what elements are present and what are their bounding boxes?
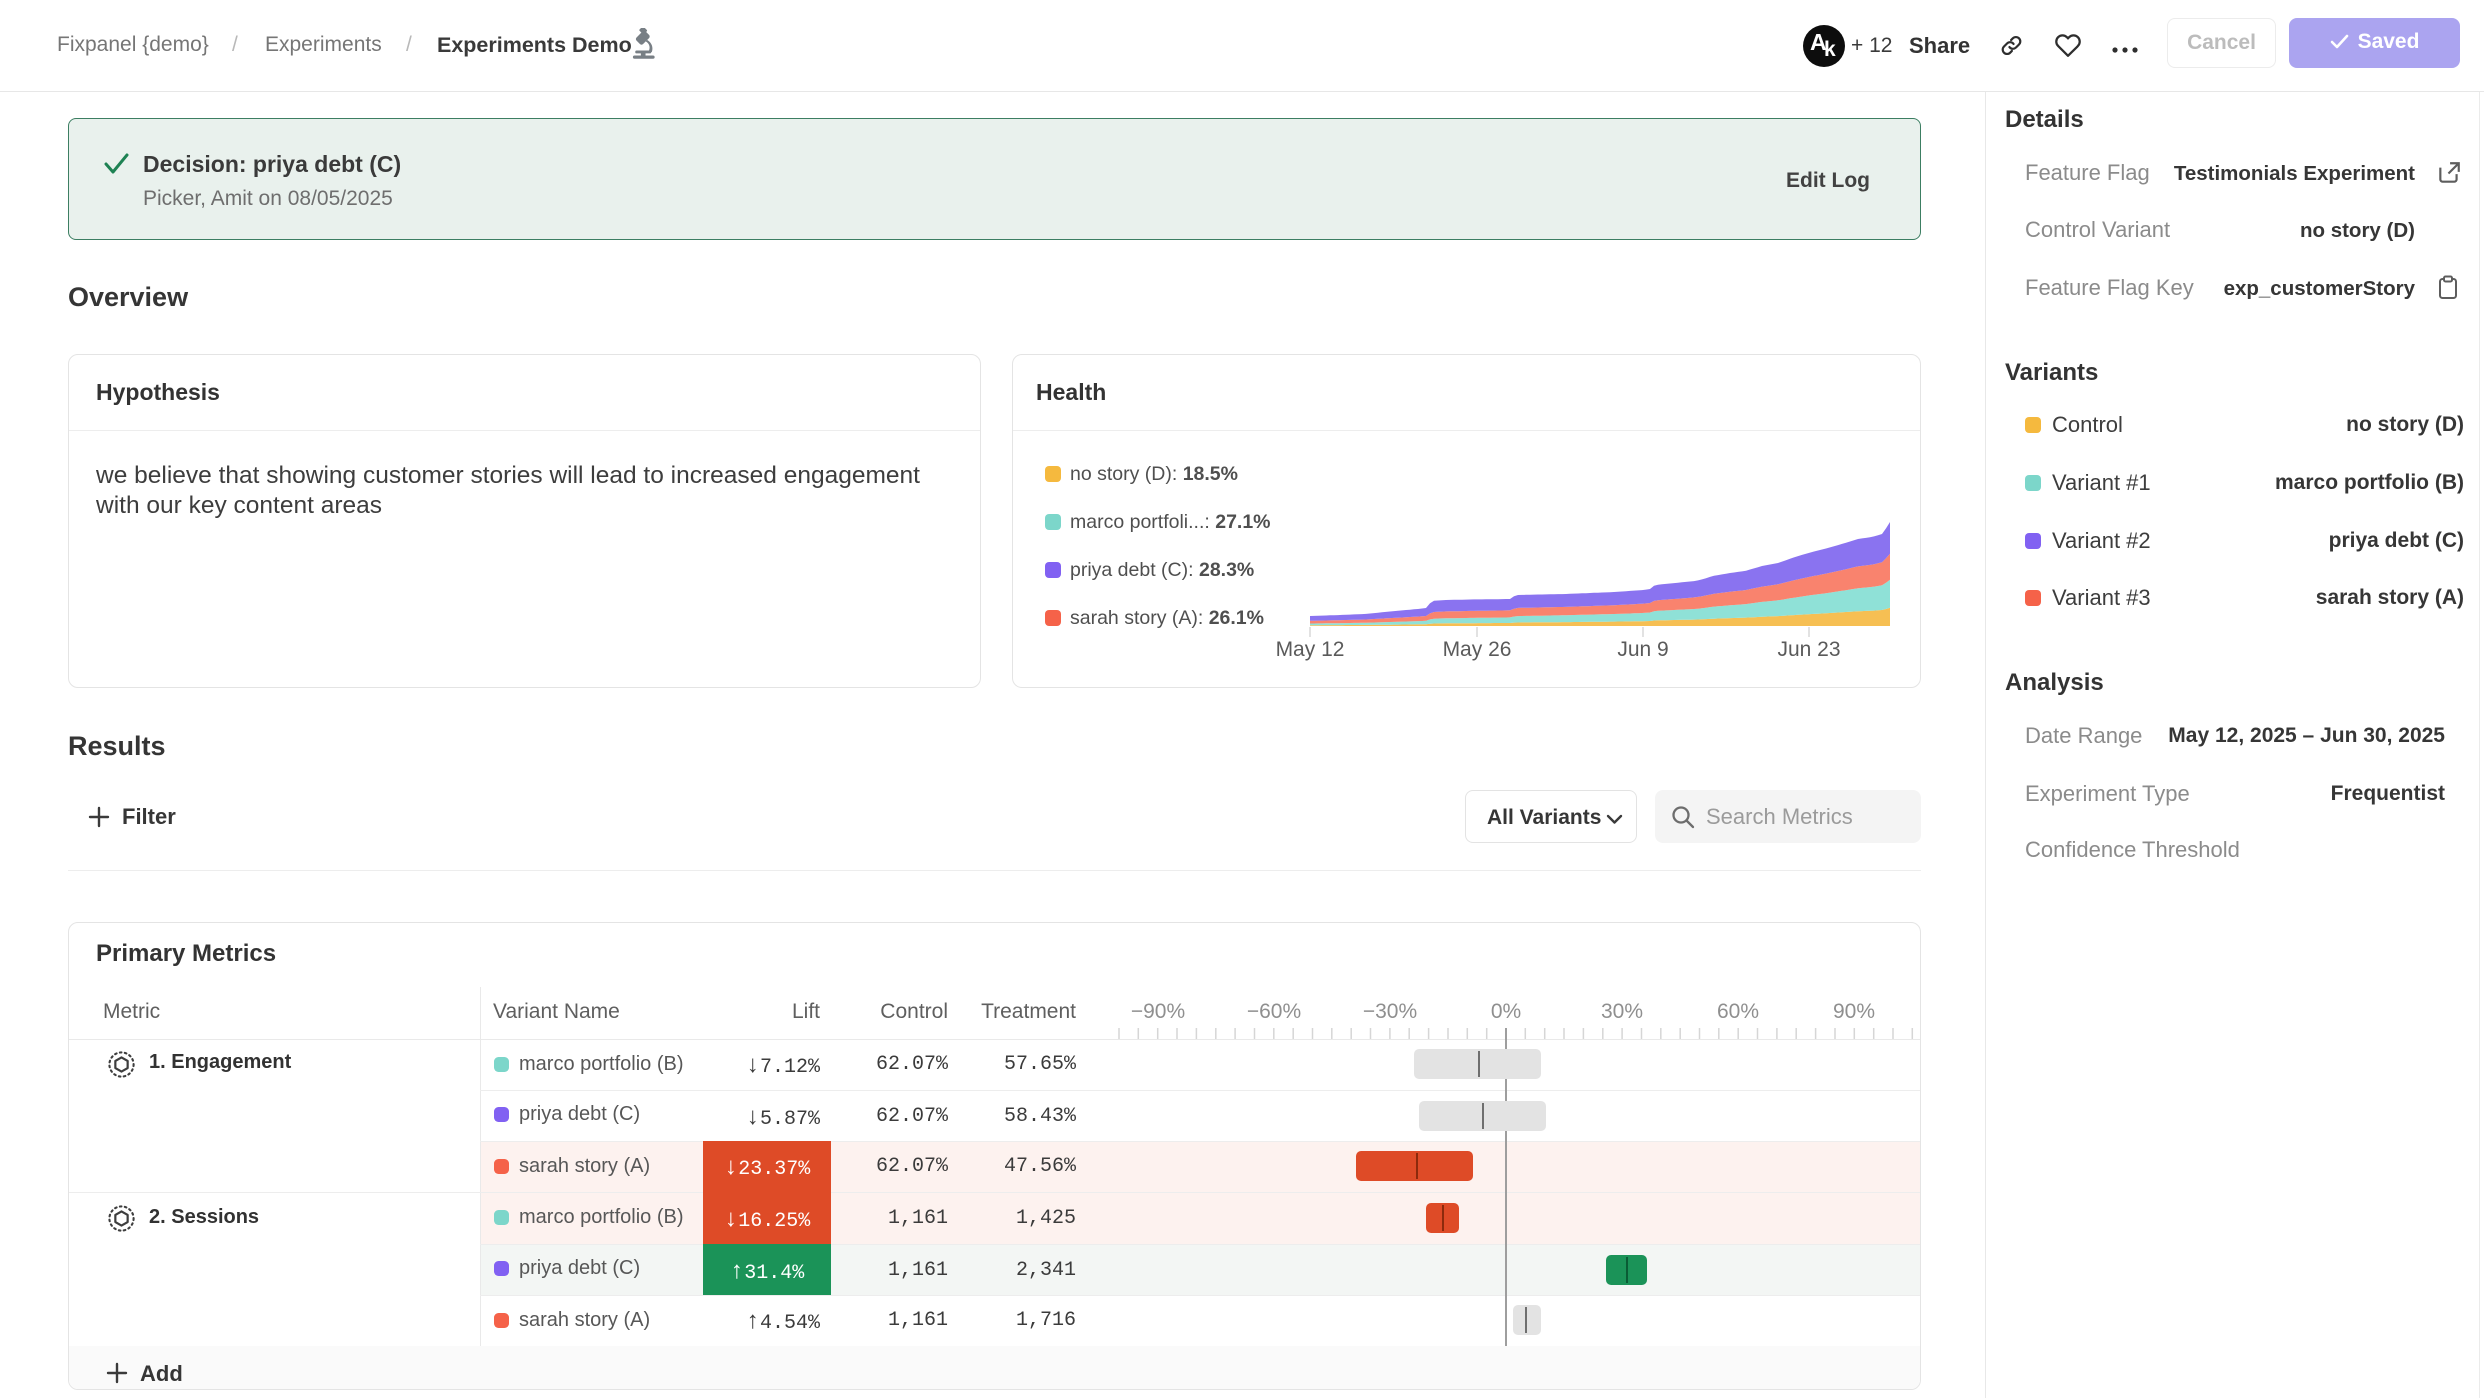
svg-text:May 26: May 26: [1443, 638, 1512, 661]
svg-text:Jun 23: Jun 23: [1777, 638, 1840, 661]
svg-text:May 12: May 12: [1276, 638, 1345, 661]
svg-text:Jun 9: Jun 9: [1617, 638, 1668, 661]
